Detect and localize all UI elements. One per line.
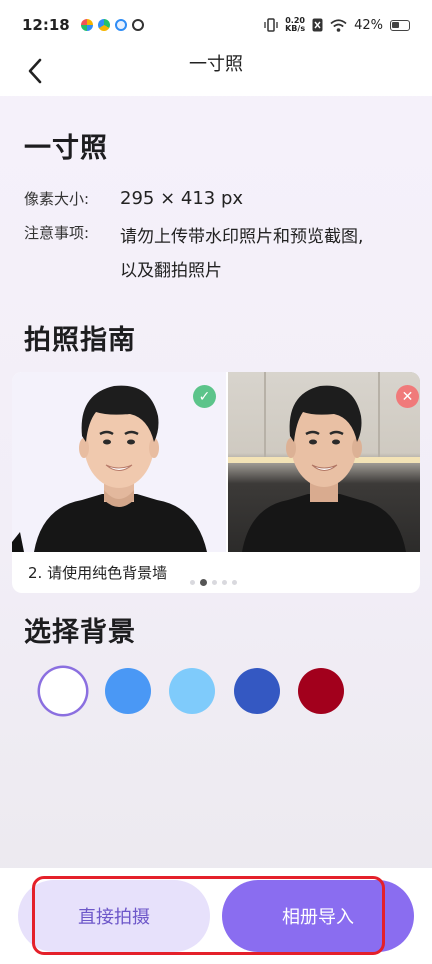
- page-title: 一寸照: [189, 54, 243, 75]
- battery-icon: [390, 19, 410, 31]
- shoot-directly-button[interactable]: 直接拍摄: [18, 880, 210, 952]
- app-notification-icon: [114, 19, 127, 31]
- battery-percent: 42%: [354, 17, 383, 33]
- network-speed-unit: KB/s: [285, 24, 306, 33]
- import-from-album-button[interactable]: 相册导入: [222, 880, 414, 952]
- notes-line-1: 请勿上传带水印照片和预览截图,: [120, 227, 364, 247]
- guide-caption: 2. 请使用纯色背景墙: [28, 564, 168, 582]
- carousel-dot[interactable]: [212, 580, 217, 585]
- app-notification-icon: [131, 19, 144, 31]
- background-title: 选择背景: [24, 617, 136, 648]
- swatch-light-blue[interactable]: [169, 668, 215, 714]
- swatch-white[interactable]: [40, 668, 86, 714]
- guide-title: 拍照指南: [24, 325, 136, 356]
- carousel-dot-active[interactable]: [200, 579, 207, 586]
- notes-line-2: 以及翻拍照片: [120, 261, 222, 281]
- swatch-dark-blue[interactable]: [234, 668, 280, 714]
- carousel-indicator: [190, 579, 237, 586]
- bottom-action-bar: 直接拍摄 相册导入: [0, 868, 432, 964]
- check-icon: ✓: [193, 385, 216, 408]
- app-notification-icon: [80, 19, 93, 31]
- guide-carousel[interactable]: ✓ ✕ 2. 请使用纯色背景墙: [12, 372, 420, 593]
- vibrate-icon: [264, 18, 278, 32]
- spec-title: 一寸照: [24, 133, 108, 164]
- pixel-size-value: 295 × 413 px: [120, 188, 244, 209]
- status-right: 0.20 KB/s 42%: [264, 17, 410, 33]
- swatch-blue[interactable]: [105, 668, 151, 714]
- notes-label: 注意事项:: [24, 224, 90, 242]
- carousel-dot[interactable]: [190, 580, 195, 585]
- carousel-dot[interactable]: [222, 580, 227, 585]
- app-notification-icon: [97, 19, 110, 31]
- status-time: 12:18: [22, 16, 70, 34]
- network-speed: 0.20 KB/s: [285, 17, 305, 33]
- sim-off-icon: [312, 18, 323, 32]
- close-icon: ✕: [396, 385, 419, 408]
- portrait-image: [242, 385, 406, 552]
- wifi-icon: [330, 18, 347, 32]
- carousel-dot[interactable]: [232, 580, 237, 585]
- bad-example-photo: [228, 372, 420, 552]
- swatch-red[interactable]: [298, 668, 344, 714]
- header: 一寸照: [0, 50, 432, 96]
- pixel-size-label: 像素大小:: [24, 190, 90, 208]
- status-left: 12:18: [22, 16, 144, 34]
- status-bar: 12:18 0.20 KB/s 42%: [0, 0, 432, 50]
